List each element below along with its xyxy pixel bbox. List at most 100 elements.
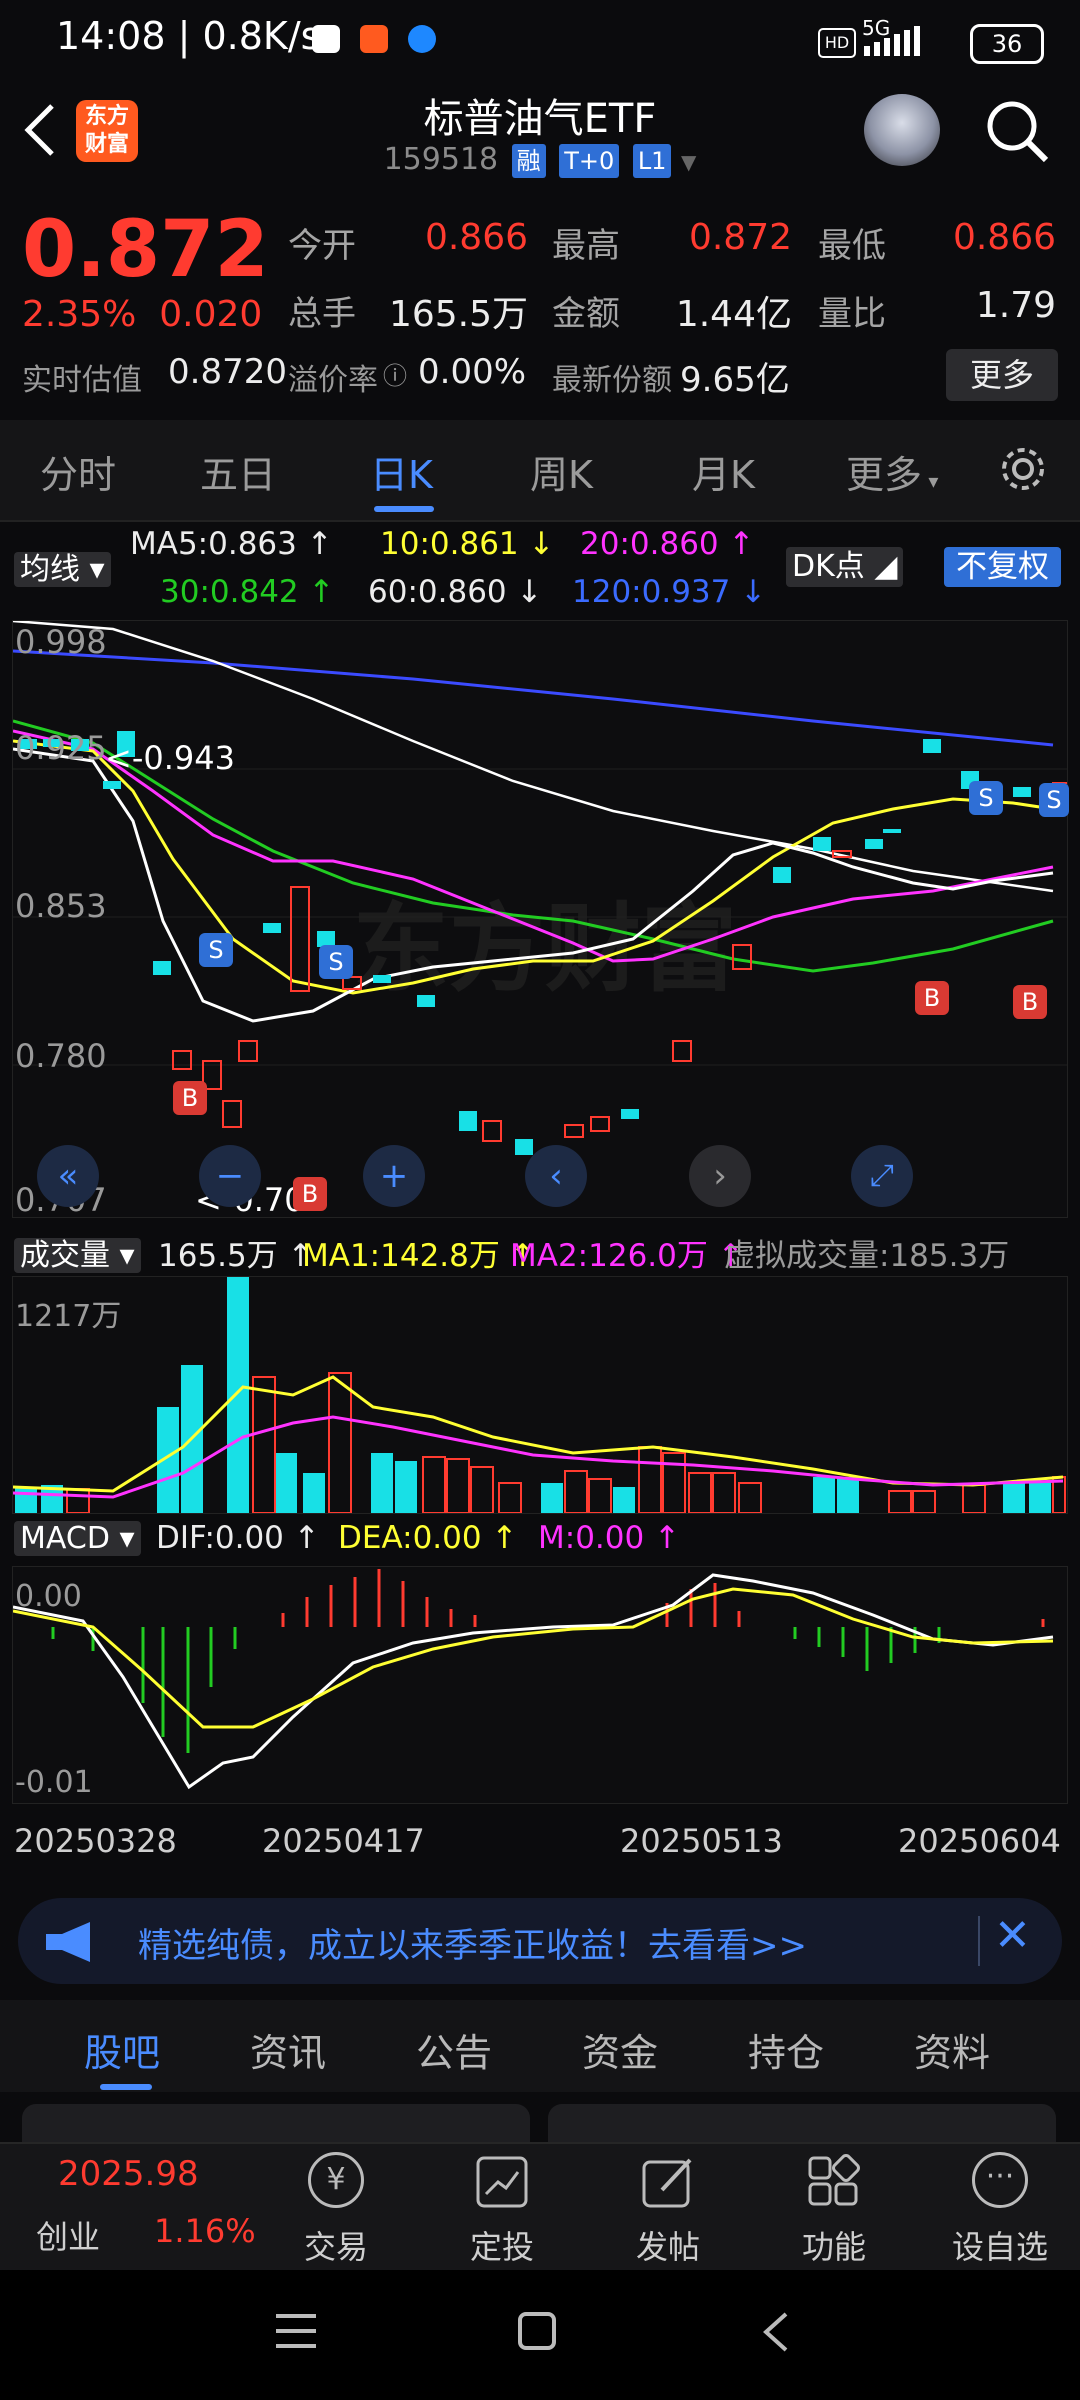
y-label-4: 0.780 bbox=[15, 1037, 107, 1075]
candlestick bbox=[172, 1050, 192, 1070]
virtual-volume: 虚拟成交量:185.3万 bbox=[724, 1238, 1010, 1274]
dk-point-selector[interactable]: DK点 ◢ bbox=[786, 547, 904, 587]
nav-functions[interactable]: 功能 bbox=[770, 2144, 898, 2272]
x-axis-label: 20250604 bbox=[898, 1822, 1061, 1860]
x-axis-label: 20250417 bbox=[262, 1822, 425, 1860]
nav-fixed-invest[interactable]: 定投 bbox=[438, 2144, 566, 2272]
sell-signal-marker[interactable]: S bbox=[1039, 783, 1069, 817]
tab-five-day[interactable]: 五日 bbox=[200, 444, 276, 499]
tab-funds[interactable]: 资金 bbox=[582, 2022, 658, 2077]
grid-icon bbox=[808, 2154, 860, 2206]
macd-plot bbox=[13, 1569, 1054, 1790]
estimate-value: 0.8720 bbox=[168, 352, 287, 392]
search-icon[interactable] bbox=[984, 98, 1050, 164]
macd-dea: DEA:0.00 ↑ bbox=[338, 1520, 518, 1556]
x-axis-label: 20250328 bbox=[14, 1822, 177, 1860]
candlestick bbox=[417, 995, 435, 1007]
change-value: 0.020 bbox=[159, 294, 263, 335]
candlestick bbox=[153, 961, 171, 975]
settings-gear-icon[interactable] bbox=[996, 442, 1050, 496]
sell-signal-marker[interactable]: S bbox=[199, 933, 233, 967]
adjust-mode-button[interactable]: 不复权 bbox=[944, 547, 1061, 587]
y-label-3: 0.853 bbox=[15, 887, 107, 925]
buy-signal-marker[interactable]: B bbox=[173, 1081, 207, 1115]
nav-label: 定投 bbox=[469, 2228, 534, 2266]
tab-weekly-k[interactable]: 周K bbox=[530, 444, 593, 499]
tab-news[interactable]: 资讯 bbox=[250, 2022, 326, 2077]
candlestick bbox=[482, 1120, 502, 1142]
candlestick bbox=[672, 1040, 692, 1062]
candlestick bbox=[621, 1109, 639, 1119]
tab-more[interactable]: 更多 ▾ bbox=[846, 444, 938, 499]
back-nav-icon[interactable] bbox=[760, 2310, 790, 2354]
volume-label: 总手 bbox=[288, 294, 356, 334]
volume-value: 165.5万 bbox=[388, 294, 528, 335]
volume-ratio-value: 1.79 bbox=[975, 285, 1056, 326]
buy-signal-marker[interactable]: B bbox=[915, 981, 949, 1015]
low-label: 最低 bbox=[818, 226, 886, 266]
open-label: 今开 bbox=[288, 226, 356, 266]
info-icon[interactable]: ⓘ bbox=[383, 356, 407, 391]
more-button[interactable]: 更多 bbox=[946, 349, 1058, 401]
scroll-left-button[interactable]: ‹ bbox=[525, 1145, 587, 1207]
nav-label: 功能 bbox=[801, 2228, 866, 2266]
tab-announcements[interactable]: 公告 bbox=[416, 2022, 492, 2077]
index-value[interactable]: 2025.98 bbox=[58, 2154, 199, 2194]
premium-value: 0.00% bbox=[418, 352, 527, 392]
candlestick bbox=[923, 739, 941, 753]
volume-selector[interactable]: 成交量 ▾ bbox=[14, 1230, 141, 1274]
high-marker: <-0.943 bbox=[105, 739, 235, 777]
tab-forum[interactable]: 股吧 bbox=[84, 2022, 160, 2077]
zoom-in-button[interactable]: + bbox=[363, 1145, 425, 1207]
buy-signal-marker[interactable]: B bbox=[293, 1177, 327, 1211]
nav-trade[interactable]: ¥ 交易 bbox=[272, 2144, 400, 2272]
macd-dif: DIF:0.00 ↑ bbox=[156, 1520, 320, 1556]
candlestick bbox=[290, 886, 310, 992]
active-tab-indicator bbox=[374, 506, 434, 512]
tab-daily-k[interactable]: 日K bbox=[370, 444, 433, 499]
volume-chart[interactable]: 1217万 bbox=[12, 1276, 1068, 1514]
tab-holdings[interactable]: 持仓 bbox=[748, 2022, 824, 2077]
notification-icon bbox=[312, 25, 340, 53]
buy-signal-marker[interactable]: B bbox=[1013, 985, 1047, 1019]
sell-signal-marker[interactable]: S bbox=[319, 945, 353, 979]
volume-ratio-label: 量比 bbox=[818, 294, 886, 334]
scroll-right-button[interactable]: › bbox=[689, 1145, 751, 1207]
stock-code: 159518 bbox=[383, 142, 499, 177]
candlestick bbox=[103, 781, 121, 789]
hd-icon: HD bbox=[818, 28, 856, 58]
edit-icon bbox=[642, 2158, 692, 2208]
nav-add-watchlist[interactable]: ··· 设自选 bbox=[936, 2144, 1064, 2272]
home-icon[interactable] bbox=[518, 2312, 556, 2350]
sell-signal-marker[interactable]: S bbox=[969, 781, 1003, 815]
tab-monthly-k[interactable]: 月K bbox=[692, 444, 755, 499]
volume-bars bbox=[13, 1277, 1066, 1513]
kline-plot bbox=[13, 621, 1067, 1155]
last-price: 0.872 bbox=[22, 205, 269, 295]
amount-label: 金额 bbox=[552, 294, 620, 334]
banner-divider bbox=[978, 1916, 980, 1966]
scroll-left-fast-button[interactable]: « bbox=[37, 1145, 99, 1207]
nav-post[interactable]: 发帖 bbox=[604, 2144, 732, 2272]
fullscreen-button[interactable]: ⤢ bbox=[851, 1145, 913, 1207]
tab-profile[interactable]: 资料 bbox=[914, 2022, 990, 2077]
promo-banner[interactable]: 精选纯债，成立以来季季正收益！去看看>> ✕ bbox=[18, 1898, 1062, 1984]
macd-chart[interactable]: 0.00 -0.01 bbox=[12, 1566, 1068, 1804]
robot-assistant-icon[interactable] bbox=[864, 94, 940, 166]
ma-selector[interactable]: 均线 ▾ bbox=[14, 544, 111, 588]
volume-ma2: MA2:126.0万 ↑ bbox=[510, 1238, 744, 1274]
period-tabs: 分时 五日 日K 周K 月K 更多 ▾ bbox=[0, 420, 1080, 522]
menu-icon[interactable] bbox=[276, 2314, 316, 2348]
kline-chart[interactable]: 东方财富 0.998 0.925 0.853 0.780 0.707 <-0.9… bbox=[12, 620, 1069, 1219]
close-icon[interactable]: ✕ bbox=[994, 1910, 1031, 1961]
ma5-value: MA5:0.863 ↑ bbox=[130, 526, 333, 562]
zoom-out-button[interactable]: − bbox=[199, 1145, 261, 1207]
ma10-value: 10:0.861 ↓ bbox=[380, 526, 555, 562]
header: 东方 财富 标普油气ETF 159518 融 T+0 L1 ▼ bbox=[0, 80, 1080, 190]
nav-label: 设自选 bbox=[951, 2228, 1048, 2266]
bottom-nav: 2025.98 创业 1.16% ¥ 交易 定投 发帖 功能 ··· 设自选 bbox=[0, 2142, 1080, 2272]
tab-intraday[interactable]: 分时 bbox=[40, 444, 116, 499]
t0-tag: T+0 bbox=[559, 144, 620, 178]
macd-selector[interactable]: MACD ▾ bbox=[14, 1520, 141, 1556]
candlestick bbox=[865, 839, 883, 849]
